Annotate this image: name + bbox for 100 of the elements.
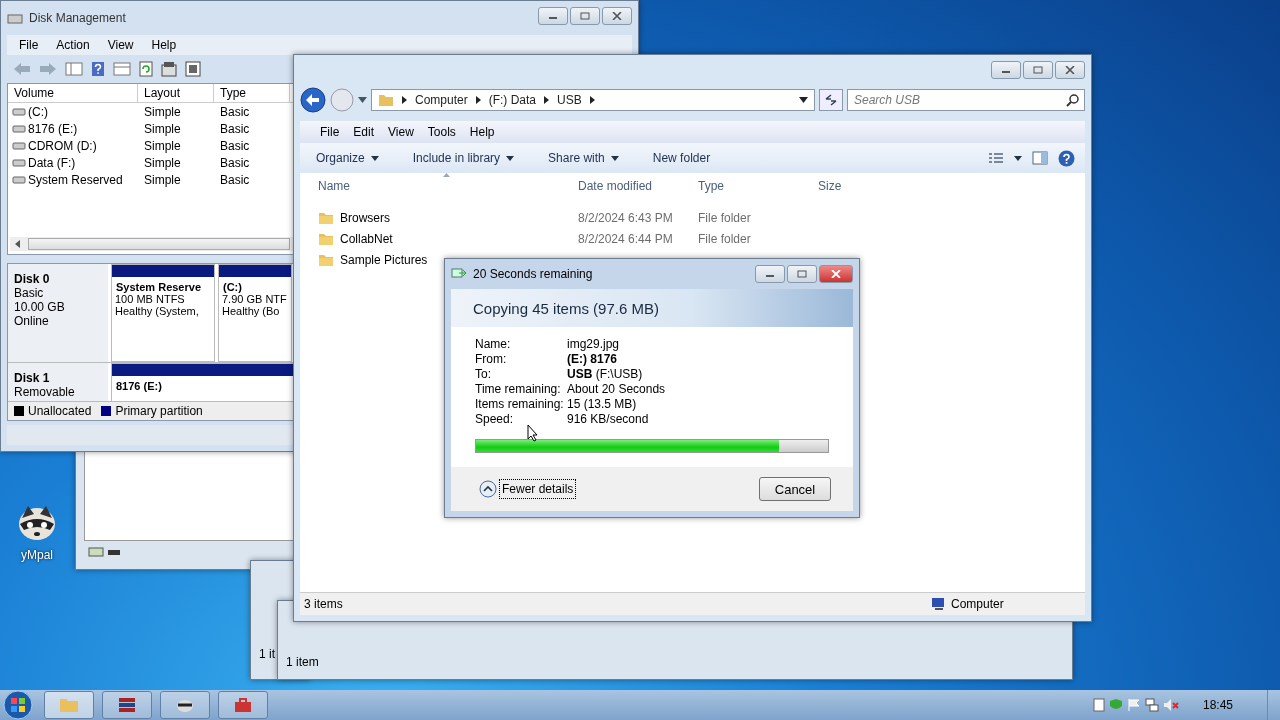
detail-label: Speed: xyxy=(475,412,515,427)
view-options-icon[interactable] xyxy=(988,152,1004,164)
scrollbar-thumb[interactable] xyxy=(28,238,290,250)
toolbar-button[interactable]: Organize xyxy=(310,149,385,167)
search-icon[interactable] xyxy=(1066,94,1079,107)
partition-detail: 7.90 GB NTF xyxy=(221,293,288,305)
taskbar-button[interactable] xyxy=(44,691,94,719)
menu-item[interactable]: File xyxy=(19,38,39,52)
breadcrumb-item[interactable]: Computer xyxy=(415,93,468,107)
start-button-icon[interactable] xyxy=(0,690,36,720)
detail-label: Name: xyxy=(475,337,512,352)
refresh-button[interactable] xyxy=(819,89,843,111)
partition-block[interactable]: (C:) 7.90 GB NTF Healthy (Bo xyxy=(218,264,292,362)
dropdown-caret-icon xyxy=(610,155,619,161)
column-header[interactable]: Layout xyxy=(138,84,214,102)
menu-item[interactable]: View xyxy=(388,125,414,139)
window-title: Disk Management xyxy=(29,11,126,25)
column-header[interactable]: Name xyxy=(318,179,578,193)
close-button[interactable] xyxy=(602,7,632,25)
address-bar[interactable]: Computer (F:) Data USB xyxy=(371,89,815,111)
document-icon[interactable] xyxy=(1092,698,1105,712)
status-text: 1 it xyxy=(259,647,275,661)
clock[interactable]: 18:45 xyxy=(1202,698,1233,712)
chevron-right-icon[interactable] xyxy=(475,96,481,104)
dialog-title: 20 Seconds remaining xyxy=(473,267,593,281)
grid-icon[interactable] xyxy=(185,61,201,77)
help-icon[interactable] xyxy=(1058,149,1075,167)
toolbox-icon xyxy=(233,697,253,713)
column-header[interactable]: Size xyxy=(818,179,878,193)
minimize-button[interactable] xyxy=(991,61,1021,79)
toolbar-button[interactable]: Share with xyxy=(542,149,625,167)
taskbar-button[interactable] xyxy=(102,691,152,719)
chevron-right-icon[interactable] xyxy=(402,96,407,104)
network-icon[interactable] xyxy=(1144,698,1159,712)
partition-block[interactable]: 8176 (E:) xyxy=(111,363,294,401)
desktop-icon-label[interactable]: yMpal xyxy=(21,548,53,562)
toolbar-button[interactable]: Include in library xyxy=(406,149,521,167)
file-name[interactable]: Sample Pictures xyxy=(340,252,428,267)
table-cell: Simple xyxy=(144,121,181,136)
date-modified: 8/2/2024 6:44 PM xyxy=(578,231,674,246)
table-cell: Basic xyxy=(220,121,250,136)
horizontal-scrollbar[interactable] xyxy=(10,237,295,251)
minimize-button[interactable] xyxy=(538,7,568,25)
table-cell: Simple xyxy=(144,172,181,187)
partition-header-bar xyxy=(219,265,291,277)
file-name[interactable]: Browsers xyxy=(340,210,390,225)
table-cell: Basic xyxy=(220,155,250,170)
refresh-icon xyxy=(824,93,838,107)
chevron-up-icon[interactable] xyxy=(479,480,497,498)
help-icon[interactable] xyxy=(91,61,105,77)
column-header[interactable]: Type xyxy=(698,179,818,193)
scroll-left-icon[interactable] xyxy=(14,240,22,248)
breadcrumb-item[interactable]: USB xyxy=(557,93,582,107)
menu-item[interactable]: View xyxy=(107,38,134,52)
back-button-icon[interactable] xyxy=(300,87,326,113)
taskbar-button[interactable] xyxy=(160,691,210,719)
menu-item[interactable]: Action xyxy=(56,38,90,52)
dropdown-caret-icon xyxy=(506,155,515,161)
dropdown-caret-icon[interactable] xyxy=(358,97,367,103)
close-button[interactable] xyxy=(819,265,853,283)
sort-arrow-icon xyxy=(443,173,450,177)
panel-icon[interactable] xyxy=(65,62,83,76)
chevron-right-icon[interactable] xyxy=(589,96,595,104)
table-cell: CDROM (D:) xyxy=(28,138,97,153)
breadcrumb-item[interactable]: (F:) Data xyxy=(488,93,537,107)
column-header[interactable]: Date modified xyxy=(578,179,698,193)
table-cell: Basic xyxy=(220,172,250,187)
toolbar-button[interactable]: New folder xyxy=(646,149,717,167)
taskbar-button[interactable] xyxy=(218,691,268,719)
disk-name: Disk 0 xyxy=(14,272,51,286)
file-name[interactable]: CollabNet xyxy=(340,231,393,246)
drive-icon xyxy=(88,547,122,557)
dropdown-caret-icon[interactable] xyxy=(1014,155,1022,161)
refresh-icon[interactable] xyxy=(139,61,153,77)
menu-item[interactable]: Help xyxy=(151,38,177,52)
chevron-right-icon[interactable] xyxy=(544,96,550,104)
partition-block[interactable]: System Reserve 100 MB NTFS Healthy (System, xyxy=(111,264,215,362)
menu-item[interactable]: Help xyxy=(469,125,495,139)
minimize-button[interactable] xyxy=(755,265,785,283)
dropdown-caret-icon[interactable] xyxy=(799,97,808,103)
partition-title: 8176 (E:) xyxy=(115,380,163,392)
books-icon xyxy=(117,696,137,714)
close-button[interactable] xyxy=(1055,61,1085,79)
properties-icon[interactable] xyxy=(161,61,177,77)
search-field[interactable]: Search USB xyxy=(847,89,1085,111)
detail-label: Items remaining: xyxy=(475,397,565,412)
column-header[interactable]: Type xyxy=(214,84,290,102)
table-cell: 8176 (E:) xyxy=(28,121,78,136)
panel-icon[interactable] xyxy=(113,62,131,76)
menu-item[interactable]: Edit xyxy=(353,125,375,139)
drive-icon xyxy=(12,140,26,151)
menu-item[interactable]: Tools xyxy=(427,125,456,139)
menu-item[interactable]: File xyxy=(320,125,340,139)
column-header[interactable]: Volume xyxy=(8,84,138,102)
file-type: File folder xyxy=(698,210,752,225)
speaker-muted-icon[interactable] xyxy=(1162,698,1179,712)
cancel-button[interactable]: Cancel xyxy=(759,477,831,501)
drive-icon xyxy=(12,106,26,117)
table-cell: Data (F:) xyxy=(28,155,76,170)
fewer-details-toggle[interactable]: Fewer details xyxy=(499,479,577,499)
